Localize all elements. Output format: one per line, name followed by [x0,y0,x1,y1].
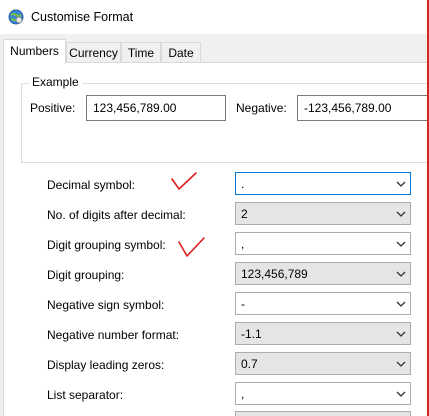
digits-after-decimal-label: No. of digits after decimal: [47,208,186,222]
tab-numbers-label: Numbers [10,44,59,58]
chevron-down-icon[interactable] [392,323,410,344]
tab-currency[interactable]: Currency [66,42,121,63]
chevron-down-icon[interactable] [392,233,410,254]
display-leading-zeros-label: Display leading zeros: [47,358,165,372]
tab-date[interactable]: Date [161,42,201,63]
next-setting-combo[interactable] [235,411,411,416]
decimal-symbol-value: . [241,177,245,191]
negative-label: Negative: [236,101,287,115]
positive-example-value: 123,456,789.00 [93,101,177,115]
negative-sign-symbol-value: - [241,297,245,311]
title-bar: Customise Format [0,0,429,34]
negative-example-value: -123,456,789.00 [304,101,392,115]
chevron-down-icon[interactable] [392,263,410,284]
window-title: Customise Format [31,10,134,24]
chevron-down-icon[interactable] [392,203,410,224]
digit-grouping-symbol-label: Digit grouping symbol: [47,238,166,252]
negative-sign-symbol-combo[interactable]: - [235,292,411,315]
example-legend: Example [29,75,82,89]
red-checkmark-icon [171,172,197,190]
positive-label: Positive: [30,101,76,115]
negative-number-format-label: Negative number format: [47,328,180,342]
digit-grouping-value: 123,456,789 [241,267,308,281]
digits-after-decimal-combo[interactable]: 2 [235,202,411,225]
globe-icon [8,9,24,25]
list-separator-value: , [241,387,245,401]
display-leading-zeros-value: 0.7 [241,357,258,371]
display-leading-zeros-combo[interactable]: 0.7 [235,352,411,375]
decimal-symbol-label: Decimal symbol: [47,178,136,192]
chevron-down-icon[interactable] [392,293,410,314]
red-checkmark-icon [178,237,205,257]
negative-number-format-value: -1.1 [241,327,262,341]
tab-time-label: Time [127,46,155,60]
tab-numbers[interactable]: Numbers [3,39,66,64]
list-separator-label: List separator: [47,388,124,402]
negative-sign-symbol-label: Negative sign symbol: [47,298,165,312]
negative-example-field: -123,456,789.00 [297,95,427,121]
digit-grouping-symbol-value: , [241,237,245,251]
positive-example-field: 123,456,789.00 [86,95,226,121]
decimal-symbol-combo[interactable]: . [235,172,411,195]
tab-time[interactable]: Time [121,42,161,63]
chevron-down-icon[interactable] [392,383,410,404]
digit-grouping-symbol-combo[interactable]: , [235,232,411,255]
list-separator-combo[interactable]: , [235,382,411,405]
digit-grouping-combo[interactable]: 123,456,789 [235,262,411,285]
chevron-down-icon[interactable] [392,173,410,194]
tab-date-label: Date [168,46,194,60]
negative-number-format-combo[interactable]: -1.1 [235,322,411,345]
digit-grouping-label: Digit grouping: [47,268,125,282]
chevron-down-icon[interactable] [392,353,410,374]
tab-currency-label: Currency [69,46,118,60]
digits-after-decimal-value: 2 [241,207,248,221]
